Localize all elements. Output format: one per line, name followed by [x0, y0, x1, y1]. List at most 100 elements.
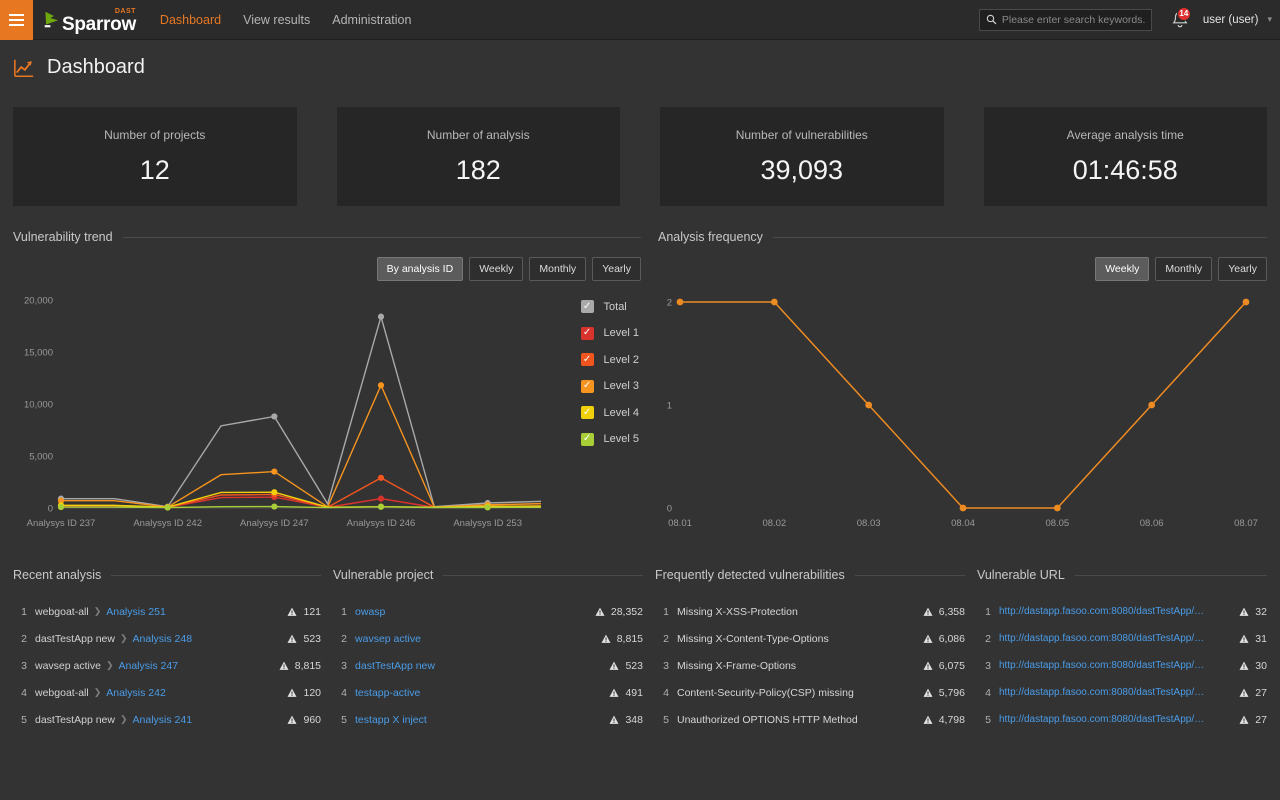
count-value: 960 [303, 713, 322, 726]
recent-analysis-row[interactable]: 3 wavsep active ❯ Analysis 247 8,815 [13, 652, 321, 679]
analysis-link[interactable]: Analysis 251 [106, 606, 166, 618]
project-name: dastTestApp new [35, 713, 115, 726]
recent-analysis-row[interactable]: 2 dastTestApp new ❯ Analysis 248 523 [13, 625, 321, 652]
vulnerable-url-row[interactable]: 3 http://dastapp.fasoo.com:8080/dastTest… [977, 652, 1267, 679]
row-content: http://dastapp.fasoo.com:8080/dastTestAp… [999, 633, 1207, 644]
divider [443, 574, 643, 576]
frequent-vulnerability-row[interactable]: 1 Missing X-XSS-Protection 6,358 [655, 598, 965, 625]
row-content: http://dastapp.fasoo.com:8080/dastTestAp… [999, 660, 1207, 671]
svg-text:20,000: 20,000 [24, 296, 53, 307]
frequent-vulnerability-row[interactable]: 4 Content-Security-Policy(CSP) missing 5… [655, 679, 965, 706]
frequent-vulnerability-row[interactable]: 5 Unauthorized OPTIONS HTTP Method 4,798 [655, 706, 965, 733]
vulnerability-name: Missing X-XSS-Protection [677, 605, 798, 618]
count-value: 8,815 [616, 632, 643, 645]
row-content: Missing X-Frame-Options [677, 660, 905, 672]
url-link[interactable]: http://dastapp.fasoo.com:8080/dastTestAp… [999, 714, 1207, 725]
analysis-link[interactable]: Analysis 241 [133, 714, 193, 726]
vt-button-monthly[interactable]: Monthly [529, 257, 587, 281]
frequent-vulnerability-row[interactable]: 3 Missing X-Frame-Options 6,075 [655, 652, 965, 679]
row-rank: 5 [663, 713, 669, 726]
legend-item-level-3[interactable]: ✓ Level 3 [580, 379, 639, 393]
legend-checkbox-total[interactable]: ✓ [580, 300, 594, 313]
legend-label: Level 4 [603, 406, 639, 419]
analysis-link[interactable]: Analysis 248 [133, 633, 193, 645]
section-header: Vulnerable project [333, 568, 643, 582]
svg-text:2: 2 [667, 298, 672, 309]
project-name: webgoat-all [35, 605, 89, 618]
project-link[interactable]: testapp-active [355, 687, 420, 699]
vt-button-by-analysis-id[interactable]: By analysis ID [376, 257, 464, 281]
legend-item-level-4[interactable]: ✓ Level 4 [580, 406, 639, 419]
count-value: 6,075 [938, 659, 965, 672]
legend-label: Level 1 [603, 327, 639, 339]
vulnerable-url-row[interactable]: 1 http://dastapp.fasoo.com:8080/dastTest… [977, 598, 1267, 625]
legend-checkbox-level-2[interactable]: ✓ [580, 353, 594, 366]
legend-checkbox-level-4[interactable]: ✓ [580, 406, 594, 419]
legend-item-total[interactable]: ✓ Total [580, 300, 639, 313]
nav-item-administration[interactable]: Administration [332, 13, 411, 27]
row-rank: 4 [663, 686, 669, 699]
row-rank: 1 [663, 605, 669, 618]
legend-checkbox-level-1[interactable]: ✓ [580, 326, 594, 340]
app-logo[interactable]: DAST Sparrow [44, 0, 136, 40]
count-value: 523 [303, 632, 322, 645]
vulnerability-count: 27 [1207, 714, 1267, 726]
af-button-monthly[interactable]: Monthly [1155, 257, 1213, 281]
vulnerable-project-row[interactable]: 1 owasp 28,352 [333, 598, 643, 625]
project-link[interactable]: owasp [355, 606, 385, 618]
vt-button-weekly[interactable]: Weekly [469, 257, 524, 281]
legend-checkbox-level-5[interactable]: ✓ [580, 432, 594, 446]
url-link[interactable]: http://dastapp.fasoo.com:8080/dastTestAp… [999, 606, 1207, 617]
legend-item-level-5[interactable]: ✓ Level 5 [580, 432, 639, 446]
svg-text:08.02: 08.02 [762, 518, 786, 529]
user-menu-label[interactable]: user (user) [1203, 14, 1259, 26]
url-link[interactable]: http://dastapp.fasoo.com:8080/dastTestAp… [999, 687, 1207, 698]
svg-text:08.05: 08.05 [1045, 518, 1069, 529]
count-value: 6,086 [938, 632, 965, 645]
vulnerable-url-row[interactable]: 4 http://dastapp.fasoo.com:8080/dastTest… [977, 679, 1267, 706]
warning-triangle-icon [1239, 661, 1249, 670]
row-rank: 1 [21, 605, 27, 618]
nav-item-dashboard[interactable]: Dashboard [160, 13, 221, 27]
project-link[interactable]: testapp X inject [355, 714, 427, 726]
vulnerable-url-row[interactable]: 5 http://dastapp.fasoo.com:8080/dastTest… [977, 706, 1267, 733]
legend-item-level-1[interactable]: ✓ Level 1 [580, 326, 639, 340]
row-content: wavsep active [355, 633, 583, 645]
vulnerable-project-row[interactable]: 4 testapp-active 491 [333, 679, 643, 706]
legend-checkbox-level-3[interactable]: ✓ [580, 379, 594, 393]
frequent-vulnerability-row[interactable]: 2 Missing X-Content-Type-Options 6,086 [655, 625, 965, 652]
vulnerable-url-panel: Vulnerable URL 1 http://dastapp.fasoo.co… [977, 568, 1267, 733]
vulnerable-url-row[interactable]: 2 http://dastapp.fasoo.com:8080/dastTest… [977, 625, 1267, 652]
analysis-link[interactable]: Analysis 247 [119, 660, 179, 672]
url-link[interactable]: http://dastapp.fasoo.com:8080/dastTestAp… [999, 660, 1207, 671]
nav-item-view-results[interactable]: View results [243, 13, 310, 27]
kpi-value: 39,093 [760, 154, 844, 185]
recent-analysis-row[interactable]: 4 webgoat-all ❯ Analysis 242 120 [13, 679, 321, 706]
recent-analysis-row[interactable]: 5 dastTestApp new ❯ Analysis 241 960 [13, 706, 321, 733]
legend-item-level-2[interactable]: ✓ Level 2 [580, 353, 639, 366]
search-input[interactable] [1001, 13, 1145, 26]
project-link[interactable]: wavsep active [355, 633, 421, 645]
vulnerable-project-row[interactable]: 5 testapp X inject 348 [333, 706, 643, 733]
vulnerable-project-row[interactable]: 3 dastTestApp new 523 [333, 652, 643, 679]
recent-analysis-row[interactable]: 1 webgoat-all ❯ Analysis 251 121 [13, 598, 321, 625]
af-button-weekly[interactable]: Weekly [1095, 257, 1150, 281]
af-button-yearly[interactable]: Yearly [1218, 257, 1267, 281]
project-link[interactable]: dastTestApp new [355, 660, 435, 672]
analysis-link[interactable]: Analysis 242 [106, 687, 166, 699]
url-link[interactable]: http://dastapp.fasoo.com:8080/dastTestAp… [999, 633, 1207, 644]
search-box[interactable] [978, 8, 1152, 31]
kpi-label: Number of vulnerabilities [735, 127, 868, 142]
project-name: dastTestApp new [35, 632, 115, 645]
warning-triangle-icon [1239, 715, 1249, 724]
warning-triangle-icon [609, 688, 619, 697]
notification-badge: 14 [1176, 6, 1191, 21]
vt-button-yearly[interactable]: Yearly [592, 257, 641, 281]
divider [111, 574, 322, 576]
main-nav: Dashboard View results Administration [160, 13, 412, 27]
notification-bell[interactable]: 14 [1171, 6, 1191, 30]
vulnerability-name: Missing X-Content-Type-Options [677, 632, 829, 645]
vulnerable-project-row[interactable]: 2 wavsep active 8,815 [333, 625, 643, 652]
hamburger-menu-icon[interactable] [0, 0, 33, 40]
chevron-down-icon[interactable]: ▾ [1267, 14, 1272, 25]
